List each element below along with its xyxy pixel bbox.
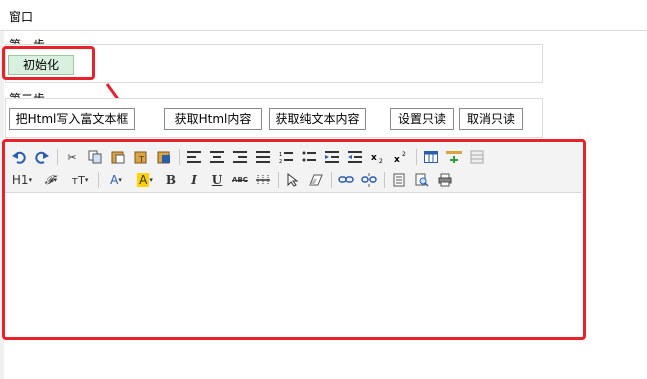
unordered-list-icon[interactable] [299, 147, 319, 167]
svg-text:2: 2 [279, 159, 282, 163]
title-bar: 窗口 [0, 0, 647, 31]
paste-word-icon[interactable] [154, 147, 174, 167]
align-right-icon[interactable] [230, 147, 250, 167]
ordered-list-icon[interactable]: 12 [276, 147, 296, 167]
svg-text:x: x [371, 153, 377, 163]
font-family-label: 𝓕 [44, 172, 54, 187]
rich-text-editor: ✂ T 12 x2 x2 H1 ▾ 𝓕 ▾ тT ▾ A ▾ A ▾ B I U… [5, 143, 582, 339]
font-color-label: A [110, 173, 119, 187]
font-color-dropdown[interactable]: A ▾ [103, 170, 129, 190]
toolbar-separator [278, 172, 279, 188]
unlink-icon[interactable] [359, 170, 379, 190]
page-left-border [0, 31, 4, 379]
print-icon[interactable] [435, 170, 455, 190]
italic-icon[interactable]: I [184, 170, 204, 190]
strike-label: ABC [232, 176, 248, 184]
align-justify-icon[interactable] [253, 147, 273, 167]
horizontal-rule-icon[interactable] [253, 170, 273, 190]
editor-toolbar: ✂ T 12 x2 x2 H1 ▾ 𝓕 ▾ тT ▾ A ▾ A ▾ B I U… [5, 143, 582, 193]
window-title: 窗口 [9, 10, 34, 24]
step1-panel [5, 44, 543, 83]
bold-icon[interactable]: B [161, 170, 181, 190]
cancel-readonly-button[interactable]: 取消只读 [459, 108, 523, 130]
get-text-button[interactable]: 获取纯文本内容 [269, 108, 366, 130]
paste-icon[interactable] [108, 147, 128, 167]
strikethrough-icon[interactable]: ABC [230, 170, 250, 190]
align-center-icon[interactable] [207, 147, 227, 167]
svg-text:2: 2 [379, 158, 383, 163]
toolbar-separator [179, 149, 180, 165]
heading-label: H1 [11, 173, 29, 187]
undo-icon[interactable] [9, 147, 29, 167]
paste-text-icon[interactable]: T [131, 147, 151, 167]
underline-icon[interactable]: U [207, 170, 227, 190]
font-size-label: тT [71, 173, 85, 187]
write-html-button[interactable]: 把Html写入富文本框 [9, 108, 135, 130]
link-icon[interactable] [336, 170, 356, 190]
table-icon[interactable] [421, 147, 441, 167]
init-button[interactable]: 初始化 [8, 55, 74, 75]
align-left-icon[interactable] [184, 147, 204, 167]
preview-icon[interactable] [412, 170, 432, 190]
font-size-dropdown[interactable]: тT ▾ [67, 170, 93, 190]
set-readonly-button[interactable]: 设置只读 [390, 108, 454, 130]
heading-dropdown[interactable]: H1 ▾ [9, 170, 35, 190]
svg-text:1: 1 [279, 152, 282, 158]
toolbar-row-1: ✂ T 12 x2 x2 [9, 146, 490, 168]
toolbar-separator [331, 172, 332, 188]
toolbar-row-2: H1 ▾ 𝓕 ▾ тT ▾ A ▾ A ▾ B I U ABC [9, 169, 458, 191]
subscript-icon[interactable]: x2 [368, 147, 388, 167]
toolbar-separator [416, 149, 417, 165]
svg-text:x: x [394, 155, 400, 163]
redo-icon[interactable] [32, 147, 52, 167]
toolbar-separator [98, 172, 99, 188]
editor-content-area[interactable] [5, 193, 582, 339]
toolbar-separator [57, 149, 58, 165]
bold-label: B [165, 173, 177, 187]
insert-row-icon[interactable] [444, 147, 464, 167]
cut-icon[interactable]: ✂ [62, 147, 82, 167]
select-icon[interactable] [283, 170, 303, 190]
svg-text:T: T [138, 155, 144, 164]
superscript-icon[interactable]: x2 [391, 147, 411, 167]
delete-table-icon[interactable] [467, 147, 487, 167]
eraser-icon[interactable] [306, 170, 326, 190]
underline-label: U [211, 173, 223, 187]
get-html-button[interactable]: 获取Html内容 [164, 108, 262, 130]
toolbar-separator [384, 172, 385, 188]
font-family-dropdown[interactable]: 𝓕 ▾ [38, 170, 64, 190]
outdent-icon[interactable] [345, 147, 365, 167]
source-icon[interactable] [389, 170, 409, 190]
copy-icon[interactable] [85, 147, 105, 167]
bg-color-label: A [137, 173, 150, 187]
indent-icon[interactable] [322, 147, 342, 167]
italic-label: I [191, 173, 197, 187]
background-color-dropdown[interactable]: A ▾ [132, 170, 158, 190]
svg-text:2: 2 [402, 151, 406, 158]
